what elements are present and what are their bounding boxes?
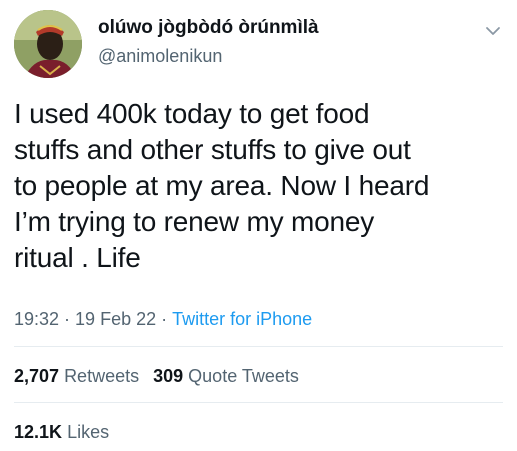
avatar[interactable] bbox=[14, 10, 82, 78]
divider bbox=[14, 402, 503, 403]
tweet-text-line: I used 400k today to get food bbox=[14, 98, 370, 129]
tweet-source-link[interactable]: Twitter for iPhone bbox=[172, 309, 312, 329]
tweet-text-line: ritual . Life bbox=[14, 242, 141, 273]
likes-stats: 12.1K Likes bbox=[14, 420, 109, 444]
likes-count: 12.1K bbox=[14, 422, 63, 442]
quote-tweets-stat[interactable]: 309 Quote Tweets bbox=[153, 366, 299, 386]
meta-separator: · bbox=[64, 309, 71, 329]
likes-label: Likes bbox=[67, 422, 110, 442]
retweets-label: Retweets bbox=[64, 366, 140, 386]
tweet-text: I used 400k today to get food stuffs and… bbox=[14, 96, 504, 276]
meta-separator: · bbox=[161, 309, 168, 329]
tweet-meta: 19:32 · 19 Feb 22 · Twitter for iPhone bbox=[14, 307, 312, 331]
engagement-stats: 2,707 Retweets 309 Quote Tweets bbox=[14, 364, 299, 388]
retweets-stat[interactable]: 2,707 Retweets bbox=[14, 366, 139, 386]
tweet-date[interactable]: 19 Feb 22 bbox=[75, 309, 156, 329]
chevron-down-icon[interactable] bbox=[484, 22, 502, 40]
tweet-time[interactable]: 19:32 bbox=[14, 309, 59, 329]
tweet-text-line: stuffs and other stuffs to give out bbox=[14, 134, 411, 165]
tweet-text-line: I’m trying to renew my money bbox=[14, 206, 375, 237]
quote-tweets-count: 309 bbox=[153, 366, 184, 386]
display-name[interactable]: olúwo jògbòdó òrúnmìlà bbox=[98, 16, 319, 40]
user-handle[interactable]: @animolenikun bbox=[98, 44, 319, 68]
tweet-card: olúwo jògbòdó òrúnmìlà @animolenikun I u… bbox=[0, 0, 517, 451]
user-info: olúwo jògbòdó òrúnmìlà @animolenikun bbox=[98, 16, 319, 68]
divider bbox=[14, 346, 503, 347]
retweets-count: 2,707 bbox=[14, 366, 60, 386]
likes-stat[interactable]: 12.1K Likes bbox=[14, 422, 109, 442]
avatar-photo bbox=[14, 10, 82, 78]
quote-tweets-label: Quote Tweets bbox=[188, 366, 299, 386]
tweet-text-line: to people at my area. Now I heard bbox=[14, 170, 430, 201]
